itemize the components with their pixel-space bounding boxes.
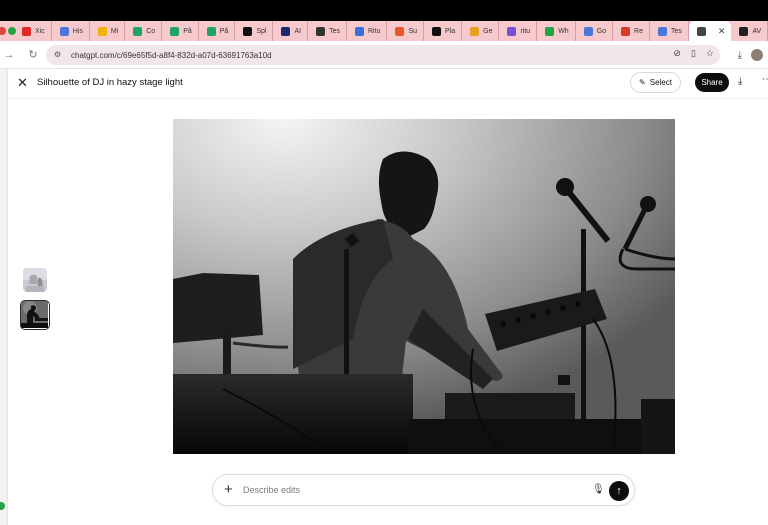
generated-image[interactable] [173, 119, 675, 454]
whatsapp-icon [545, 26, 555, 36]
os-menu-bar [0, 0, 768, 21]
browser-toolbar: → ↻ ⚙ chatgpt.com/c/69e65f5d-a8f4-832d-a… [0, 41, 768, 69]
browser-tab[interactable]: Re [613, 21, 650, 41]
download-icon[interactable]: ⤓ [738, 76, 742, 87]
google-icon [470, 26, 480, 36]
su-icon [395, 26, 405, 36]
browser-tab-label: Pâ [219, 27, 229, 35]
close-tab-icon[interactable]: ✕ [718, 26, 726, 37]
play-icon [432, 26, 441, 36]
browser-tab[interactable]: Xic [14, 21, 52, 41]
ritu-icon [507, 26, 517, 36]
no-tracking-icon[interactable]: ⊘ [673, 48, 681, 59]
browser-tab-label: Ge [483, 27, 493, 35]
browser-tab[interactable]: Pâ [199, 21, 236, 41]
browser-tab[interactable]: AI [273, 21, 309, 41]
ai-icon [281, 26, 291, 36]
select-button-label: Select [649, 78, 672, 87]
browser-tab[interactable]: His [52, 21, 90, 41]
browser-tab-label: Re [634, 27, 643, 35]
arrow-up-icon: ↑ [616, 485, 622, 497]
address-bar[interactable]: ⚙ chatgpt.com/c/69e65f5d-a8f4-832d-a07d-… [46, 45, 720, 65]
forward-icon[interactable]: → [0, 49, 18, 61]
browser-tab[interactable]: ✕ [688, 21, 732, 41]
drive-icon [206, 26, 216, 36]
gemini-icon [583, 26, 593, 36]
close-window-icon[interactable] [0, 27, 6, 35]
browser-tab-label: Go [596, 27, 607, 35]
browser-tab[interactable]: Go [576, 21, 614, 41]
thumbnail-image-2 [21, 301, 48, 328]
spline-icon [243, 26, 253, 36]
browser-tab-label: Xic [35, 27, 45, 35]
edit-prompt-composer: + 🎙︎ ↑ [212, 474, 635, 506]
browser-tab-label: Mi [110, 27, 119, 35]
browser-tab[interactable]: Tes [308, 21, 347, 41]
select-wand-icon: ✎ [639, 78, 646, 87]
browser-tab-label: Tes [329, 27, 340, 35]
gmail-icon [621, 26, 631, 36]
browser-tab[interactable]: Mi [90, 21, 126, 41]
image-viewer-header: ✕ Silhouette of DJ in hazy stage light ✎… [8, 69, 768, 99]
browser-tab[interactable]: Pla [424, 21, 463, 41]
page-icon[interactable]: ▯ [691, 48, 696, 59]
gemini-icon [59, 26, 69, 36]
microphone-icon[interactable]: 🎙︎ [592, 484, 605, 495]
site-settings-icon[interactable]: ⚙ [54, 50, 64, 60]
thumbnail-image-1 [23, 268, 47, 292]
browser-tab-label: Su [408, 27, 417, 35]
dj-silhouette-illustration [173, 119, 675, 454]
browser-tab-label: Co [146, 27, 156, 35]
browser-tab[interactable]: Spl [235, 21, 274, 41]
youtube-icon [22, 26, 31, 36]
bookmark-star-icon[interactable]: ☆ [706, 48, 714, 59]
gemini-icon [658, 26, 667, 36]
browser-tab-label: Tes [671, 27, 682, 35]
browser-tab-label: Wh [558, 27, 569, 35]
chatgpt-icon [696, 26, 706, 36]
image-thumbnail-selected[interactable] [20, 300, 50, 330]
browser-tab[interactable]: Pâ [162, 21, 199, 41]
browser-tab[interactable]: ritu [499, 21, 538, 41]
browser-tab-label: His [72, 27, 83, 35]
browser-tab-label: Pla [445, 27, 456, 35]
browser-tab-label: Spl [256, 27, 267, 35]
doc-icon [354, 26, 364, 36]
browser-tab[interactable]: Wh [537, 21, 576, 41]
drive-icon [97, 26, 107, 36]
browser-tab[interactable]: Ritu [347, 21, 388, 41]
app-icon [316, 26, 326, 36]
share-button[interactable]: Share [695, 73, 729, 92]
browser-tab-label: ritu [520, 27, 531, 35]
image-thumbnail[interactable] [23, 268, 47, 292]
browser-tab-label: AV [752, 27, 762, 35]
add-attachment-icon[interactable]: + [224, 481, 233, 498]
url-text: chatgpt.com/c/69e65f5d-a8f4-832d-a07d-63… [71, 50, 272, 60]
window-controls [0, 21, 16, 41]
downloads-icon[interactable]: ⤓ [738, 50, 742, 61]
sidebar-edge [0, 69, 8, 525]
browser-tab-label: Ritu [367, 27, 381, 35]
browser-tab[interactable]: Su [387, 21, 424, 41]
more-options-icon[interactable]: ⋯ [762, 74, 768, 85]
av-icon [739, 26, 749, 36]
drive-icon [170, 26, 180, 36]
browser-tab[interactable]: Ge [462, 21, 500, 41]
browser-tab[interactable]: AV [731, 21, 768, 41]
page-title: Silhouette of DJ in hazy stage light [37, 77, 183, 88]
browser-tab-strip: Xic His Mi Co Pâ Pâ Spl AI Tes Ritu Su Pla Ge ritu Wh G… [0, 21, 768, 41]
select-button[interactable]: ✎ Select [630, 72, 681, 93]
reload-icon[interactable]: ↻ [24, 48, 42, 61]
describe-edits-input[interactable] [243, 482, 543, 498]
zoom-window-icon[interactable] [8, 27, 16, 35]
browser-tab[interactable]: Co [125, 21, 163, 41]
close-icon[interactable]: ✕ [17, 75, 28, 91]
drive-icon [133, 26, 143, 36]
browser-tab-label: Pâ [183, 27, 192, 35]
browser-tab[interactable]: Tes [650, 21, 689, 41]
send-button[interactable]: ↑ [609, 481, 629, 501]
browser-tab-label: AI [294, 27, 302, 35]
profile-avatar[interactable] [751, 49, 763, 61]
